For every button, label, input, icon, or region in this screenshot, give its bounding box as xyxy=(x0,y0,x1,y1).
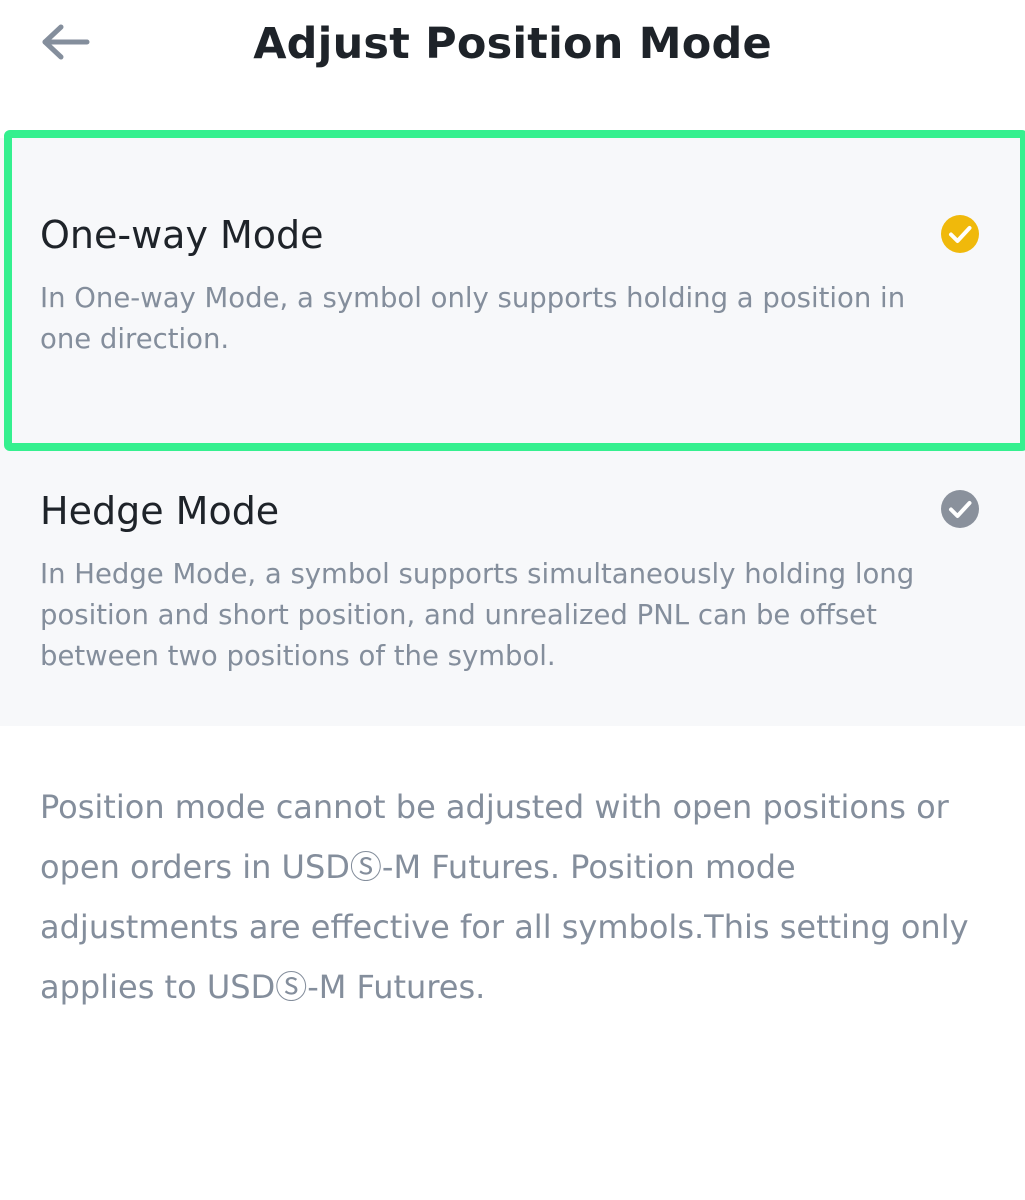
option-description: In Hedge Mode, a symbol supports simulta… xyxy=(40,558,915,672)
option-one-way-mode[interactable]: One-way Mode In One-way Mode, a symbol o… xyxy=(0,138,1025,436)
option-title: One-way Mode xyxy=(40,213,324,257)
option-description: In One-way Mode, a symbol only supports … xyxy=(40,282,906,355)
option-hedge-mode[interactable]: Hedge Mode In Hedge Mode, a symbol suppo… xyxy=(0,446,1025,726)
header: Adjust Position Mode xyxy=(0,0,1025,100)
check-circle-icon xyxy=(941,490,979,528)
option-title: Hedge Mode xyxy=(40,489,280,533)
check-circle-icon xyxy=(941,215,979,253)
page-title: Adjust Position Mode xyxy=(253,19,772,69)
notice-text: Position mode cannot be adjusted with op… xyxy=(40,788,969,1006)
